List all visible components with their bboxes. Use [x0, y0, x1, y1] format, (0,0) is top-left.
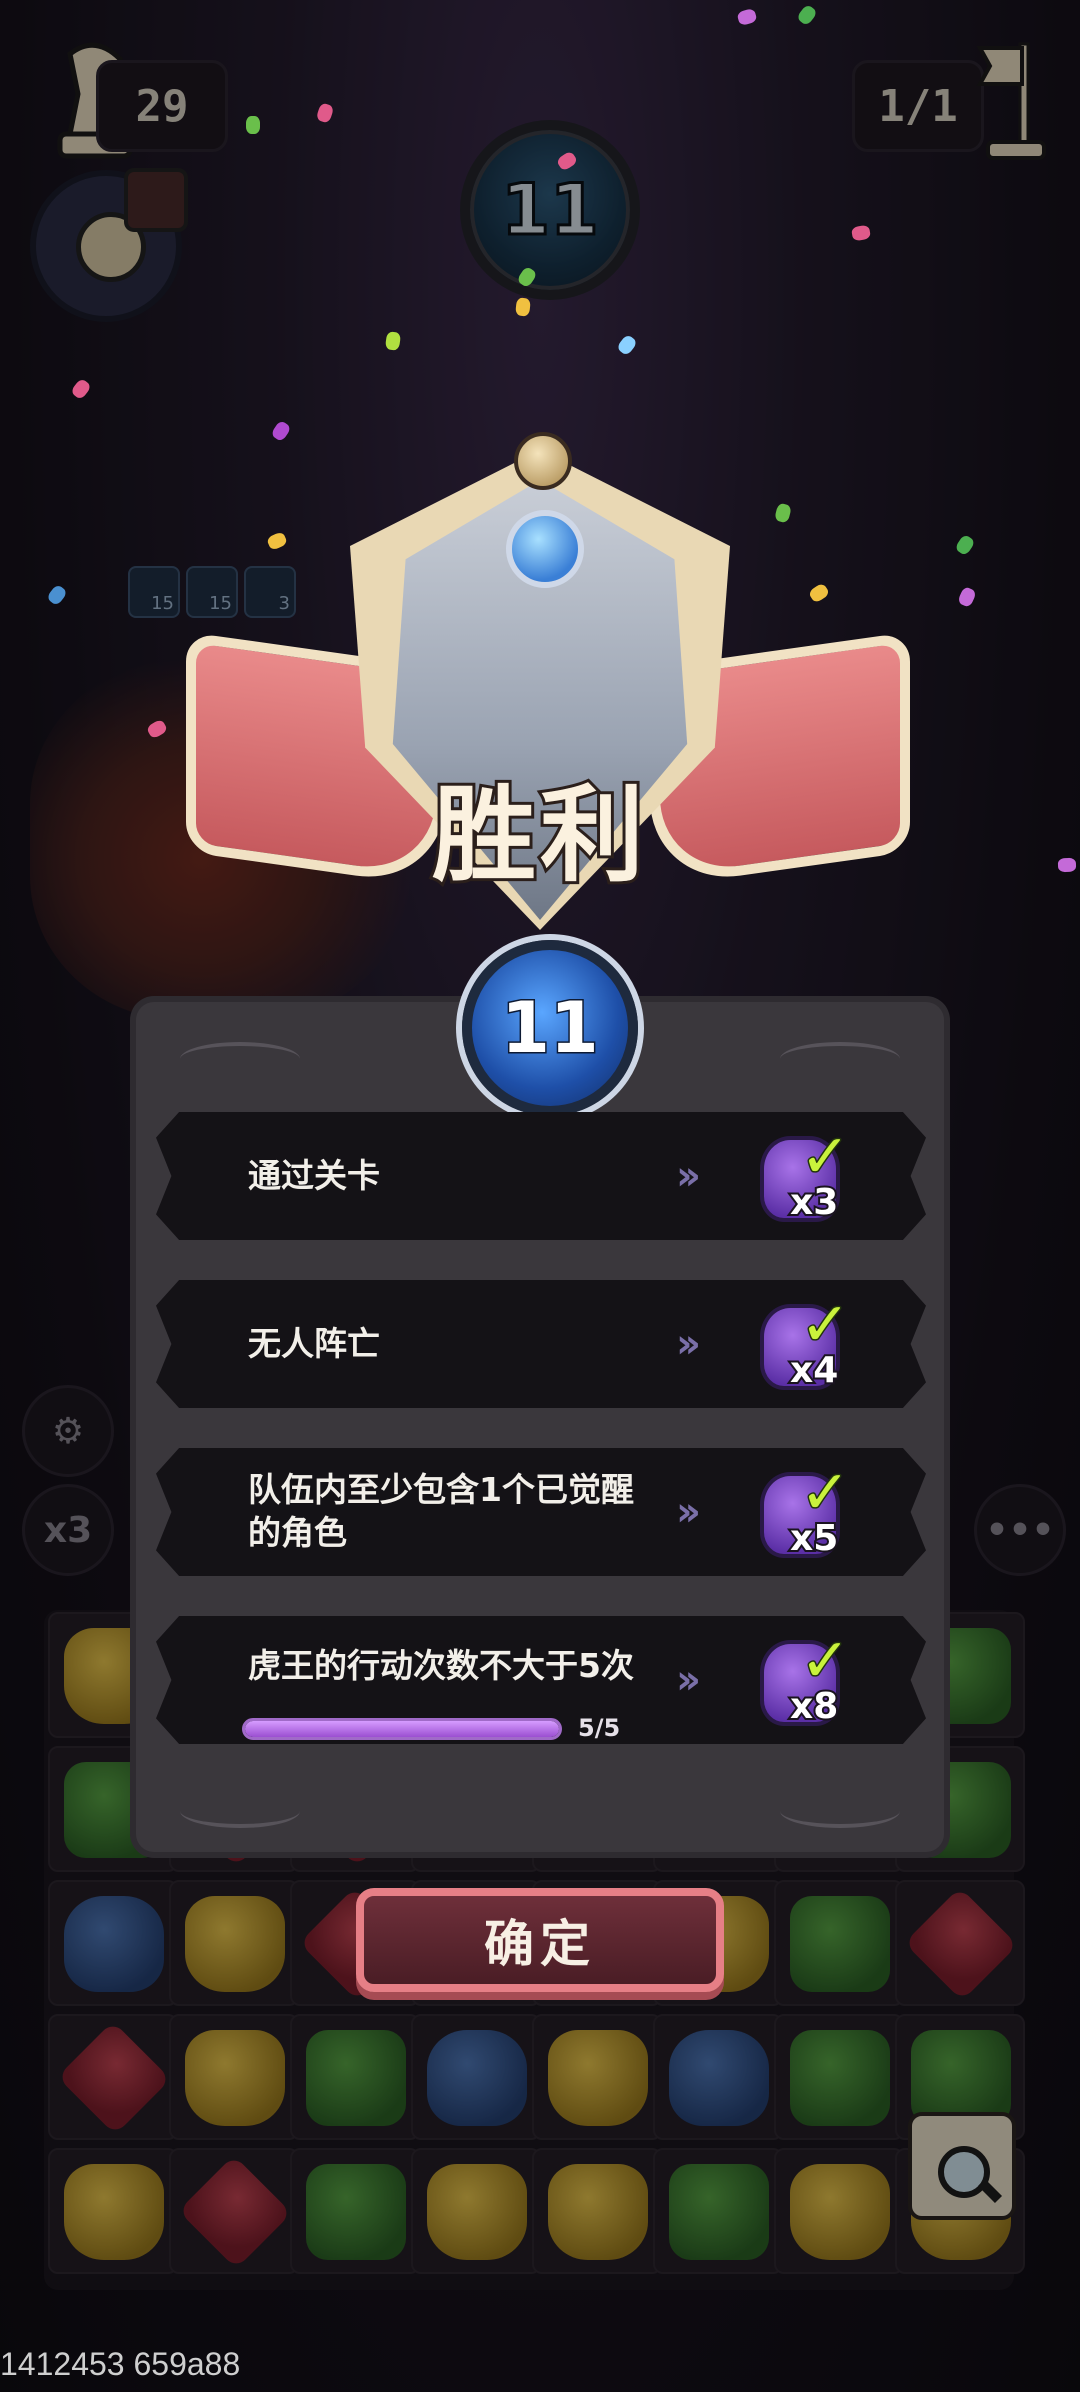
- reward-item: ✓ x8: [760, 1625, 852, 1729]
- double-chevron-icon: ››: [676, 1489, 701, 1535]
- confirm-button[interactable]: 确定: [356, 1888, 724, 1992]
- reward-quantity: x5: [788, 1516, 840, 1561]
- objective-row: 通过关卡 ›› ✓ x3: [156, 1112, 926, 1240]
- objective-text: 通过关卡: [248, 1155, 380, 1195]
- objective-text: 无人阵亡: [248, 1323, 380, 1363]
- blue-gem-icon: [506, 510, 584, 588]
- reward-item: ✓ x5: [760, 1457, 852, 1561]
- objective-row: 无人阵亡 ›› ✓ x4: [156, 1280, 926, 1408]
- panel-ornament: [180, 1794, 300, 1828]
- confetti-piece: [1057, 857, 1077, 873]
- victory-title: 胜利: [429, 771, 648, 899]
- emblem-knob: [514, 432, 572, 490]
- progress-fill: [245, 1721, 559, 1737]
- objective-row: 虎王的行动次数不大于5次 ›› ✓ x8 5/5: [156, 1616, 926, 1744]
- double-chevron-icon: ››: [676, 1153, 701, 1199]
- panel-ornament: [780, 1794, 900, 1828]
- level-badge: 11: [462, 940, 638, 1116]
- objective-text: 队伍内至少包含1个已觉醒的角色: [248, 1470, 634, 1552]
- objective-progress-bar: [242, 1718, 562, 1740]
- double-chevron-icon: ››: [676, 1321, 701, 1367]
- reward-item: ✓ x3: [760, 1121, 852, 1225]
- reward-quantity: x8: [788, 1684, 840, 1729]
- panel-ornament: [180, 1042, 300, 1076]
- build-id-text: 1412453 659a88: [0, 2346, 241, 2382]
- reward-item: ✓ x4: [760, 1289, 852, 1393]
- reward-quantity: x3: [788, 1180, 840, 1225]
- reward-quantity: x4: [788, 1348, 840, 1393]
- objective-text: 虎王的行动次数不大于5次: [248, 1645, 634, 1685]
- confetti-piece: [246, 116, 260, 134]
- objective-row: 队伍内至少包含1个已觉醒的角色 ›› ✓ x5: [156, 1448, 926, 1576]
- panel-ornament: [780, 1042, 900, 1076]
- progress-label: 5/5: [578, 1714, 621, 1742]
- double-chevron-icon: ››: [676, 1657, 701, 1703]
